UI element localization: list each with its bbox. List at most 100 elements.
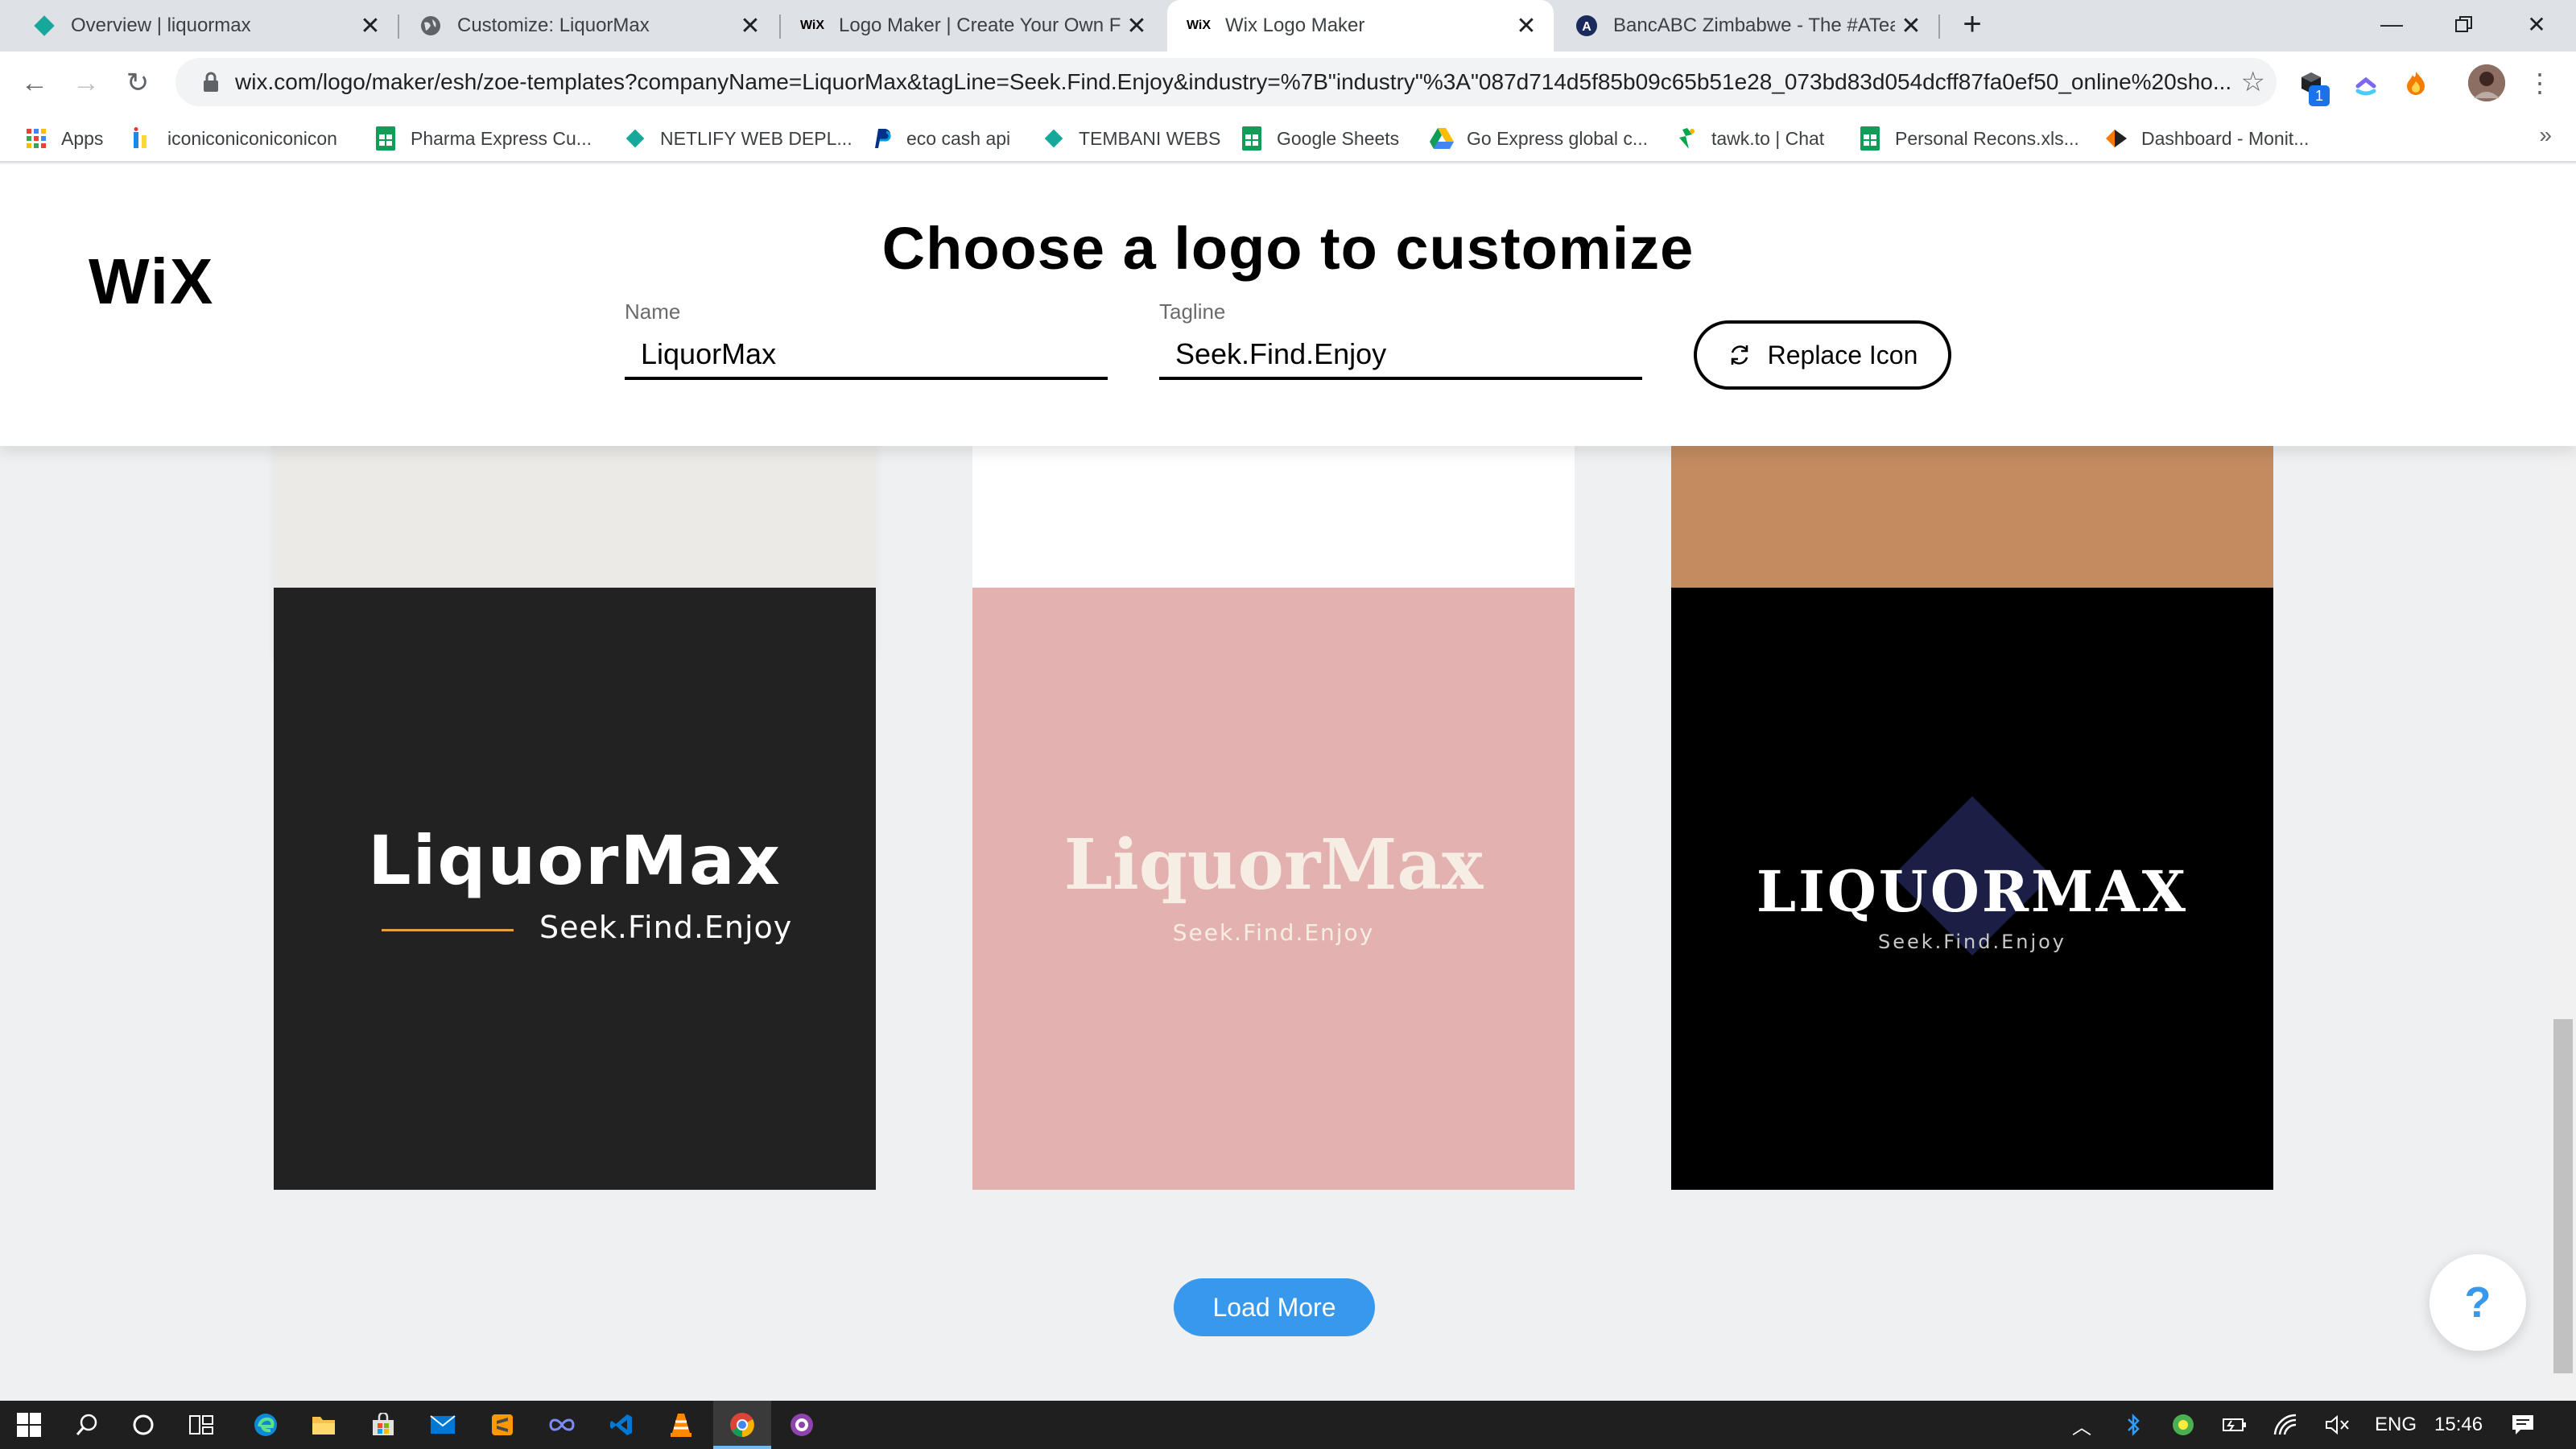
bookmark-pharma-express[interactable]: Pharma Express Cu...: [374, 122, 592, 155]
bookmark-label: iconiconiconiconicon: [167, 127, 337, 149]
tagline-input[interactable]: [1159, 332, 1642, 380]
close-icon[interactable]: ✕: [354, 10, 386, 42]
replace-icon-button[interactable]: Replace Icon: [1694, 320, 1951, 390]
chrome-icon[interactable]: [726, 1409, 758, 1441]
mail-icon[interactable]: [427, 1409, 459, 1441]
windows-start-icon[interactable]: [13, 1409, 45, 1441]
drive-icon: [1430, 126, 1454, 151]
forward-icon[interactable]: →: [66, 63, 106, 103]
wifi-icon[interactable]: [2270, 1409, 2302, 1441]
speaker-muted-icon[interactable]: [2322, 1409, 2354, 1441]
clock-time[interactable]: 15:46: [2434, 1414, 2483, 1436]
logo-tagline: Seek.Find.Enjoy: [539, 910, 793, 945]
minimize-icon[interactable]: —: [2355, 0, 2428, 48]
browser-toolbar: ← → ↻ wix.com/logo/maker/esh/zoe-templat…: [0, 52, 2576, 114]
replace-icon-label: Replace Icon: [1767, 340, 1918, 369]
bookmark-go-express[interactable]: Go Express global c...: [1430, 122, 1648, 155]
logo-card-1[interactable]: LiquorMax Seek.Find.Enjoy: [274, 588, 876, 1190]
page-content: WiX Choose a logo to customize Name Tagl…: [0, 164, 2576, 1401]
help-button[interactable]: ?: [2429, 1254, 2526, 1351]
new-tab-button[interactable]: +: [1956, 8, 1988, 42]
logo-tagline: Seek.Find.Enjoy: [1877, 931, 2067, 953]
reload-icon[interactable]: ↻: [118, 63, 158, 103]
vlc-icon[interactable]: [665, 1409, 697, 1441]
tab-customize[interactable]: Customize: LiquorMax ✕: [399, 0, 778, 52]
bookmark-tembani[interactable]: TEMBANI WEBS: [1042, 122, 1220, 155]
scrollbar-thumb[interactable]: [2553, 1019, 2573, 1373]
tab-overview[interactable]: Overview | liquormax ✕: [0, 0, 398, 52]
load-more-button[interactable]: Load More: [1174, 1278, 1375, 1336]
lock-icon: [187, 72, 235, 93]
notification-icon[interactable]: [2507, 1409, 2539, 1441]
language-indicator[interactable]: ENG: [2375, 1414, 2417, 1436]
bluetooth-icon[interactable]: [2117, 1409, 2149, 1441]
edge-icon[interactable]: [250, 1409, 282, 1441]
close-window-icon[interactable]: ✕: [2500, 0, 2573, 48]
browser-menu-icon[interactable]: ⋮: [2520, 63, 2560, 103]
bookmark-label: TEMBANI WEBS: [1079, 127, 1221, 149]
bancabc-icon: A: [1575, 14, 1599, 38]
bookmark-label: Google Sheets: [1277, 127, 1400, 149]
bookmark-label: Dashboard - Monit...: [2141, 127, 2310, 149]
address-bar[interactable]: wix.com/logo/maker/esh/zoe-templates?com…: [175, 58, 2277, 106]
apps-grid-icon: [24, 126, 48, 151]
bookmark-netlify[interactable]: NETLIFY WEB DEPL...: [623, 122, 852, 155]
app-circle-icon[interactable]: [786, 1409, 818, 1441]
tab-bancabc[interactable]: A BancABC Zimbabwe - The #ATeam ✕: [1555, 0, 1938, 52]
bookmark-personal-recons[interactable]: Personal Recons.xls...: [1858, 122, 2079, 155]
logo-tagline: Seek.Find.Enjoy: [1172, 919, 1375, 946]
bookmark-label: Personal Recons.xls...: [1895, 127, 2079, 149]
bookmark-iconicon[interactable]: iconiconiconiconicon: [130, 122, 337, 155]
tab-title: BancABC Zimbabwe - The #ATeam: [1613, 14, 1895, 36]
netlify-icon: [1042, 126, 1066, 151]
bookmark-eco-cash[interactable]: eco cash api: [869, 122, 1010, 155]
tab-title: Logo Maker | Create Your Own Free Logo: [839, 14, 1121, 36]
wix-favicon: WiX: [799, 19, 825, 32]
bookmark-label: tawk.to | Chat: [1711, 127, 1825, 149]
bookmarks-overflow-icon[interactable]: »: [2539, 122, 2552, 148]
file-explorer-icon[interactable]: [308, 1409, 340, 1441]
vscode-icon[interactable]: [605, 1409, 638, 1441]
logo-card-3[interactable]: LIQUORMAX Seek.Find.Enjoy: [1671, 588, 2273, 1190]
logo-card-2[interactable]: LiquorMax Seek.Find.Enjoy: [972, 588, 1575, 1190]
battery-icon[interactable]: [2219, 1409, 2251, 1441]
extension-fire-icon[interactable]: [2399, 66, 2433, 100]
search-icon[interactable]: [71, 1409, 103, 1441]
back-icon[interactable]: ←: [14, 63, 55, 103]
close-icon[interactable]: ✕: [1510, 10, 1542, 42]
sheets-icon: [1858, 126, 1882, 151]
wix-diamond-icon: [32, 14, 56, 38]
tab-logo-maker[interactable]: WiX Logo Maker | Create Your Own Free Lo…: [781, 0, 1164, 52]
tray-chevron-up-icon[interactable]: ︿: [2066, 1409, 2098, 1441]
paypal-icon: [869, 126, 894, 151]
sublime-text-icon[interactable]: [486, 1409, 518, 1441]
windows-taskbar: ︿ ENG 15:46: [0, 1401, 2576, 1449]
bookmark-tawk[interactable]: tawk.to | Chat: [1674, 122, 1824, 155]
tab-wix-logo-maker[interactable]: WiX Wix Logo Maker ✕: [1167, 0, 1554, 52]
task-view-icon[interactable]: [185, 1409, 217, 1441]
svg-text:A: A: [1582, 20, 1591, 34]
bookmark-star-icon[interactable]: ☆: [2241, 66, 2265, 98]
bookmark-google-sheets[interactable]: Google Sheets: [1240, 122, 1399, 155]
tab-strip: Overview | liquormax ✕ Customize: Liquor…: [0, 0, 2576, 52]
logo-name: LIQUORMAX: [1756, 858, 2189, 925]
bookmark-apps[interactable]: Apps: [24, 122, 103, 155]
profile-avatar[interactable]: [2468, 64, 2505, 101]
name-input[interactable]: [625, 332, 1108, 380]
bookmark-label: Pharma Express Cu...: [411, 127, 592, 149]
close-icon[interactable]: ✕: [734, 10, 766, 42]
bookmark-dashboard[interactable]: Dashboard - Monit...: [2104, 122, 2309, 155]
infinity-app-icon[interactable]: [546, 1409, 578, 1441]
bookmark-label: eco cash api: [906, 127, 1011, 149]
close-icon[interactable]: ✕: [1895, 10, 1927, 42]
store-icon[interactable]: [367, 1409, 399, 1441]
close-icon[interactable]: ✕: [1121, 10, 1153, 42]
cortana-icon[interactable]: [127, 1409, 159, 1441]
logo-accent-line: [382, 929, 514, 931]
tray-app-icon[interactable]: [2167, 1409, 2199, 1441]
extension-clickup-icon[interactable]: [2349, 66, 2383, 100]
bookmark-label: Go Express global c...: [1467, 127, 1648, 149]
url-text: wix.com/logo/maker/esh/zoe-templates?com…: [235, 69, 2231, 94]
restore-icon[interactable]: [2428, 0, 2500, 48]
globe-icon: [419, 14, 443, 38]
